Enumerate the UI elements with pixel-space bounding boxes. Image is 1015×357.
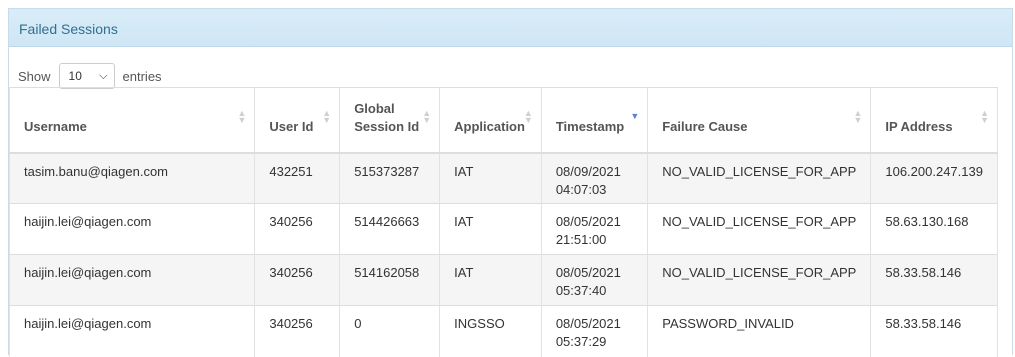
column-header-user-id[interactable]: User Id ▲ ▼	[254, 87, 341, 154]
cell-failure-cause: NO_VALID_LICENSE_FOR_APP	[647, 152, 872, 204]
table-row[interactable]: haijin.lei@qiagen.com 340256 514426663 IAT 0…	[8, 203, 998, 255]
sort-both-icon: ▲ ▼	[322, 108, 332, 125]
column-header-label: Username	[24, 118, 87, 134]
cell-application: INGSSO	[439, 305, 542, 357]
chevron-down-icon: ⌵	[99, 69, 108, 82]
cell-user-id: 340256	[254, 305, 341, 357]
cell-username: haijin.lei@qiagen.com	[8, 203, 256, 255]
cell-failure-cause: NO_VALID_LICENSE_FOR_APP	[647, 203, 872, 255]
column-header-failure-cause[interactable]: Failure Cause ▲ ▼	[647, 87, 872, 154]
cell-timestamp: 08/05/2021 21:51:00	[541, 203, 649, 255]
cell-global-session-id: 514426663	[339, 203, 441, 255]
cell-timestamp: 08/05/2021 05:37:40	[541, 254, 649, 306]
cell-username: tasim.banu@qiagen.com	[8, 152, 256, 204]
column-header-ip-address[interactable]: IP Address ▲ ▼	[870, 87, 998, 154]
cell-global-session-id: 514162058	[339, 254, 441, 306]
sort-descending-icon: ▼	[630, 111, 640, 121]
cell-failure-cause: PASSWORD_INVALID	[647, 305, 872, 357]
failed-sessions-table: Username ▲ ▼ User Id ▲ ▼ Global Session Id ▲ ▼ Ap…	[8, 87, 998, 357]
column-header-global-session-id[interactable]: Global Session Id ▲ ▼	[339, 87, 441, 154]
entries-select[interactable]: 10 ⌵	[58, 63, 115, 89]
table-body: tasim.banu@qiagen.com 432251 515373287 IAT 0…	[8, 152, 998, 357]
sort-both-icon: ▲ ▼	[237, 108, 247, 125]
cell-username: haijin.lei@qiagen.com	[8, 305, 256, 357]
column-header-username[interactable]: Username ▲ ▼	[8, 87, 256, 154]
table-row[interactable]: haijin.lei@qiagen.com 340256 514162058 IAT 0…	[8, 254, 998, 306]
cell-ip-address: 58.63.130.168	[870, 203, 998, 255]
cell-global-session-id: 0	[339, 305, 441, 357]
sort-both-icon: ▲ ▼	[422, 108, 432, 125]
table-row[interactable]: haijin.lei@qiagen.com 340256 0 INGSSO 08/05/…	[8, 305, 998, 357]
length-control: Show 10 ⌵ entries	[9, 47, 1012, 89]
show-label: Show	[18, 68, 51, 84]
cell-timestamp: 08/05/2021 05:37:29	[541, 305, 649, 357]
column-header-application[interactable]: Application ▲ ▼	[439, 87, 542, 154]
panel-title: Failed Sessions	[9, 9, 1012, 47]
cell-ip-address: 58.33.58.146	[870, 254, 998, 306]
table-header-row: Username ▲ ▼ User Id ▲ ▼ Global Session Id ▲ ▼ Ap…	[8, 87, 998, 154]
sort-both-icon: ▲ ▼	[853, 108, 863, 125]
cell-user-id: 432251	[254, 152, 341, 204]
column-header-label: Failure Cause	[662, 118, 748, 134]
cell-ip-address: 106.200.247.139	[870, 152, 998, 204]
column-header-label: Global Session Id	[354, 100, 420, 134]
cell-user-id: 340256	[254, 203, 341, 255]
column-header-label: Application	[454, 118, 525, 134]
sort-both-icon: ▲ ▼	[523, 108, 533, 125]
column-header-label: Timestamp	[555, 118, 625, 134]
sort-both-icon: ▲ ▼	[980, 108, 989, 125]
entries-label: entries	[122, 68, 162, 84]
cell-failure-cause: NO_VALID_LICENSE_FOR_APP	[647, 254, 872, 306]
cell-application: IAT	[439, 152, 542, 204]
cell-application: IAT	[439, 203, 542, 255]
cell-application: IAT	[439, 254, 542, 306]
column-header-label: IP Address	[885, 118, 953, 134]
cell-ip-address: 58.33.58.146	[870, 305, 998, 357]
cell-username: haijin.lei@qiagen.com	[8, 254, 256, 306]
table-row[interactable]: tasim.banu@qiagen.com 432251 515373287 IAT 0…	[8, 152, 998, 204]
cell-user-id: 340256	[254, 254, 341, 306]
column-header-label: User Id	[269, 118, 314, 134]
entries-select-value: 10	[68, 69, 82, 83]
column-header-timestamp[interactable]: Timestamp ▼	[541, 87, 649, 154]
cell-global-session-id: 515373287	[339, 152, 441, 204]
cell-timestamp: 08/09/2021 04:07:03	[541, 152, 649, 204]
